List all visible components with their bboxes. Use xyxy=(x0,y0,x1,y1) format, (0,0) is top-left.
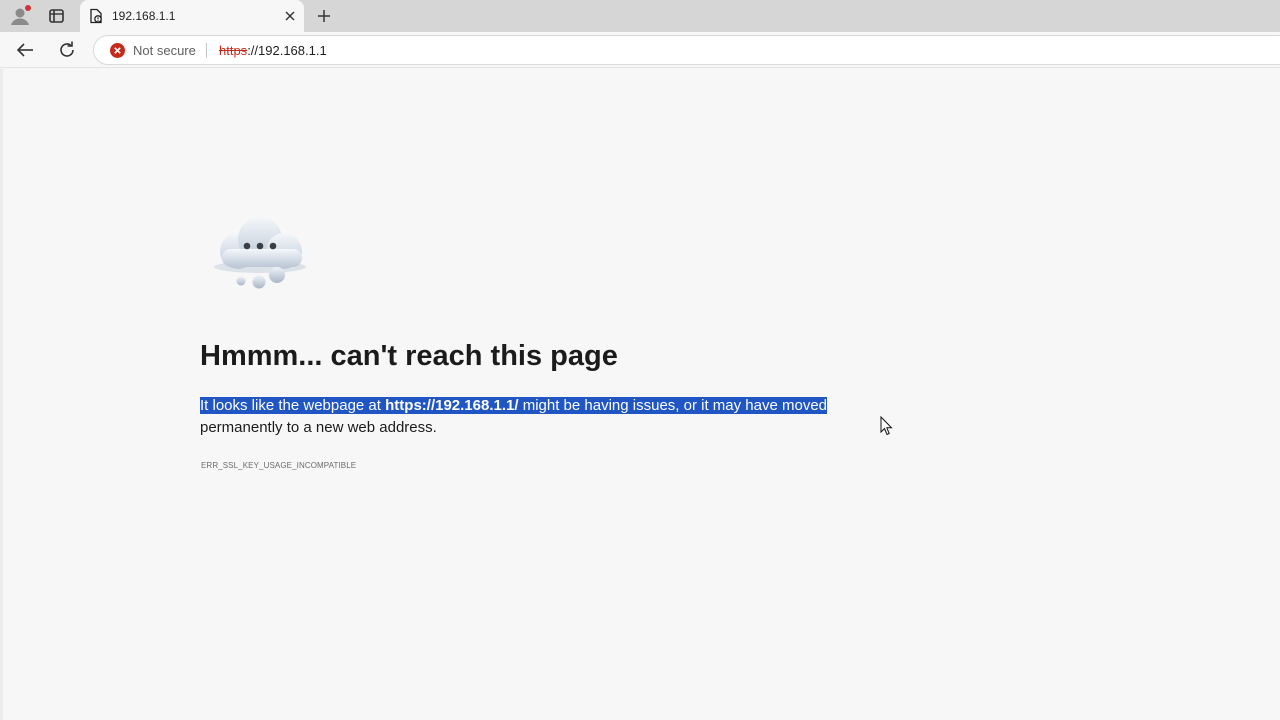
active-tab[interactable]: 192.168.1.1 xyxy=(80,0,304,32)
error-code: ERR_SSL_KEY_USAGE_INCOMPATIBLE xyxy=(201,461,357,470)
document-warning-icon xyxy=(88,8,104,24)
back-arrow-icon xyxy=(16,43,33,57)
error-page: Hmmm... can't reach this page It looks l… xyxy=(0,69,1280,720)
description-text-end: permanently to a new web address. xyxy=(200,419,437,436)
cloud-icon xyxy=(208,209,312,295)
reload-button[interactable] xyxy=(56,39,78,61)
tab-strip: 192.168.1.1 xyxy=(0,0,1280,32)
navigation-toolbar: Not secure https://192.168.1.1 xyxy=(0,32,1280,68)
url-scheme: https xyxy=(219,43,248,58)
tab-actions-button[interactable] xyxy=(44,5,68,27)
notification-dot xyxy=(25,5,31,11)
mouse-pointer-icon xyxy=(880,415,894,436)
url-text[interactable]: https://192.168.1.1 xyxy=(219,43,327,58)
plus-icon xyxy=(318,10,330,22)
tab-title: 192.168.1.1 xyxy=(112,9,176,23)
error-circle-icon[interactable] xyxy=(110,43,125,58)
security-status-label[interactable]: Not secure xyxy=(133,43,196,58)
address-divider xyxy=(206,43,207,58)
description-url: https://192.168.1.1/ xyxy=(385,397,519,414)
reload-icon xyxy=(60,41,74,57)
error-heading: Hmmm... can't reach this page xyxy=(200,340,618,372)
url-host: ://192.168.1.1 xyxy=(247,43,327,58)
profile-button[interactable] xyxy=(8,5,32,27)
new-tab-button[interactable] xyxy=(314,6,334,26)
tab-close-button[interactable] xyxy=(282,8,298,24)
address-bar[interactable]: Not secure https://192.168.1.1 xyxy=(93,35,1280,65)
error-description: It looks like the webpage at https://192… xyxy=(200,395,900,439)
selected-text: It looks like the webpage at https://192… xyxy=(200,397,828,414)
tab-actions-icon xyxy=(49,9,64,23)
description-text-start: It looks like the webpage at xyxy=(200,397,386,414)
close-icon xyxy=(285,11,295,21)
description-text-middle: might be having issues, or it may have m… xyxy=(518,397,828,414)
back-button[interactable] xyxy=(14,39,36,61)
